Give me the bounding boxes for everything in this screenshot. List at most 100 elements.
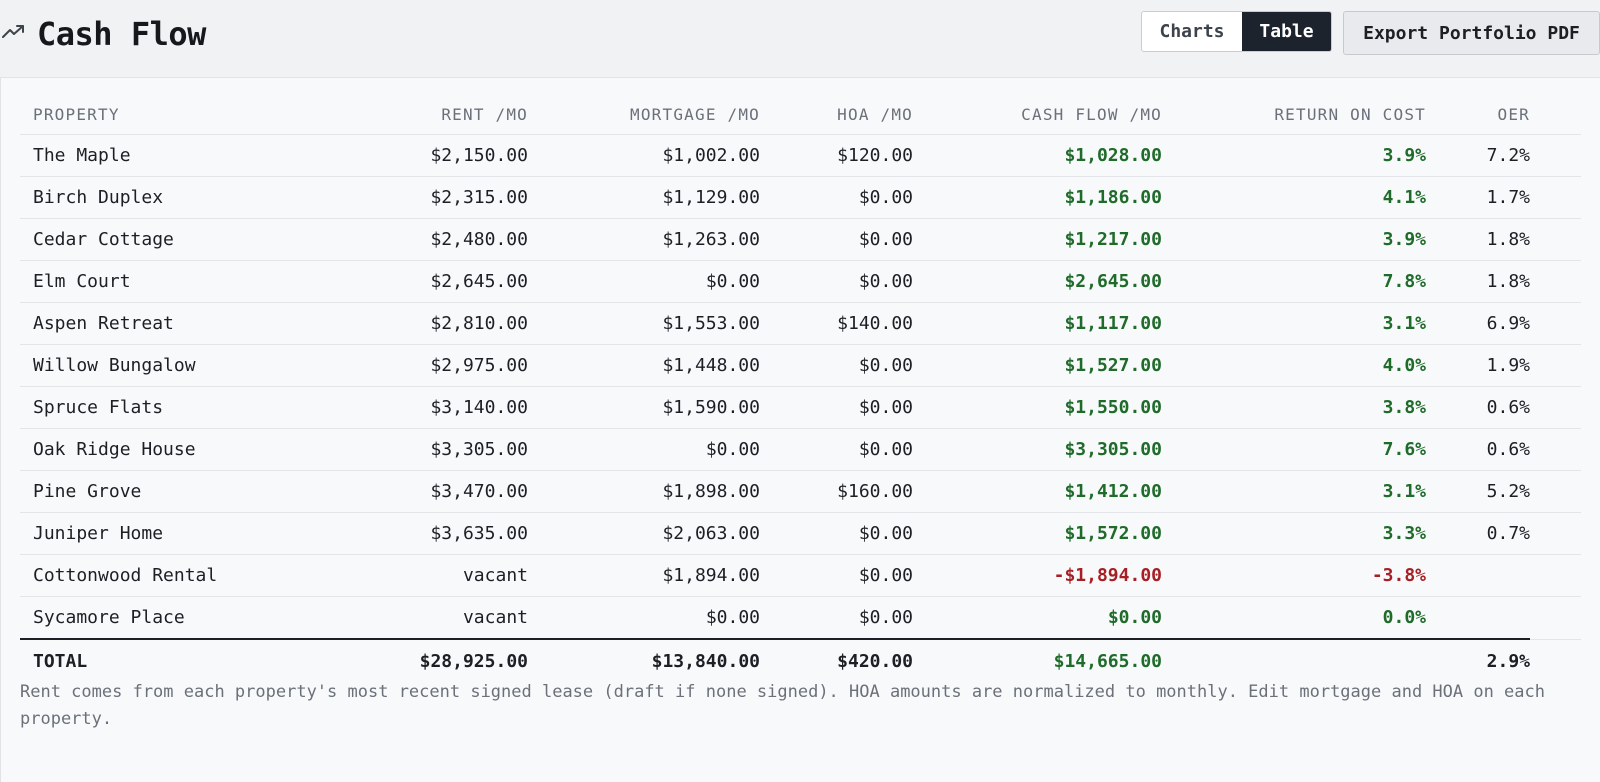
cell-mortgage: $1,894.00 [528,554,760,597]
cell-cash-flow: $1,186.00 [913,176,1162,219]
cell-oer: 6.9% [1426,302,1530,345]
column-header-hoa[interactable]: HOA /MO [760,94,913,135]
total-oer: 2.9% [1426,638,1530,682]
column-header-rent[interactable]: RENT /MO [358,94,528,135]
table-row[interactable]: Cottonwood Rental vacant $1,894.00 $0.00 -$1… [20,554,1581,597]
table-body: The Maple $2,150.00 $1,002.00 $120.00 $1,028… [20,134,1581,682]
table-row[interactable]: Sycamore Place vacant $0.00 $0.00 $0.00 0.0% [20,596,1581,640]
cell-mortgage: $1,263.00 [528,218,760,261]
cell-hoa: $0.00 [760,386,913,429]
table-toggle-button[interactable]: Table [1242,12,1331,51]
cell-rent: $2,150.00 [358,134,528,177]
cell-cash-flow: $1,117.00 [913,302,1162,345]
page-title: Cash Flow [37,15,206,53]
total-label: TOTAL [20,638,358,682]
export-portfolio-pdf-button[interactable]: Export Portfolio PDF [1343,11,1600,55]
column-header-oer[interactable]: OER [1426,94,1530,135]
row-spacer [1530,176,1581,219]
cell-mortgage: $2,063.00 [528,512,760,555]
cell-oer: 1.9% [1426,344,1530,387]
cell-return-on-cost: 7.6% [1162,428,1426,471]
column-header-mortgage[interactable]: MORTGAGE /MO [528,94,760,135]
cell-hoa: $0.00 [760,218,913,261]
cell-rent: $2,645.00 [358,260,528,303]
column-header-cash-flow[interactable]: CASH FLOW /MO [913,94,1162,135]
table-row[interactable]: Juniper Home $3,635.00 $2,063.00 $0.00 $1,57… [20,512,1581,555]
cell-mortgage: $1,002.00 [528,134,760,177]
cell-property[interactable]: Elm Court [20,260,358,303]
cell-hoa: $140.00 [760,302,913,345]
cell-mortgage: $1,590.00 [528,386,760,429]
cell-hoa: $0.00 [760,176,913,219]
row-spacer [1530,344,1581,387]
total-row: TOTAL $28,925.00 $13,840.00 $420.00 $14,665.… [20,638,1581,682]
cell-cash-flow: $0.00 [913,596,1162,640]
cash-flow-panel: PROPERTY RENT /MO MORTGAGE /MO HOA /MO C… [0,77,1600,782]
table-row[interactable]: Aspen Retreat $2,810.00 $1,553.00 $140.00 $1… [20,302,1581,345]
cell-return-on-cost: 3.1% [1162,470,1426,513]
cell-oer: 1.8% [1426,260,1530,303]
cell-mortgage: $0.00 [528,260,760,303]
cell-rent: vacant [358,596,528,640]
cell-rent: $2,315.00 [358,176,528,219]
row-spacer [1530,512,1581,555]
cell-hoa: $0.00 [760,554,913,597]
cell-cash-flow: $1,572.00 [913,512,1162,555]
cell-property[interactable]: Birch Duplex [20,176,358,219]
cell-rent: $2,480.00 [358,218,528,261]
cell-cash-flow: $1,217.00 [913,218,1162,261]
cell-property[interactable]: Spruce Flats [20,386,358,429]
cell-property[interactable]: Willow Bungalow [20,344,358,387]
cell-property[interactable]: Aspen Retreat [20,302,358,345]
cell-rent: $3,470.00 [358,470,528,513]
column-header-property[interactable]: PROPERTY [20,94,358,135]
total-rent: $28,925.00 [358,638,528,682]
table-row[interactable]: Pine Grove $3,470.00 $1,898.00 $160.00 $1,41… [20,470,1581,513]
cell-return-on-cost: 0.0% [1162,596,1426,640]
cell-property[interactable]: Pine Grove [20,470,358,513]
cell-property[interactable]: The Maple [20,134,358,177]
cell-cash-flow: $3,305.00 [913,428,1162,471]
cell-property[interactable]: Juniper Home [20,512,358,555]
page-header: Cash Flow Charts Table Export Portfolio … [0,0,1600,72]
cell-rent: $3,635.00 [358,512,528,555]
cell-cash-flow: $1,028.00 [913,134,1162,177]
cell-property[interactable]: Cottonwood Rental [20,554,358,597]
table-row[interactable]: Cedar Cottage $2,480.00 $1,263.00 $0.00 $1,2… [20,218,1581,261]
table-row[interactable]: Elm Court $2,645.00 $0.00 $0.00 $2,645.00 7.8… [20,260,1581,303]
row-spacer [1530,386,1581,429]
cell-property[interactable]: Cedar Cottage [20,218,358,261]
cell-return-on-cost: 3.3% [1162,512,1426,555]
cell-return-on-cost: 3.1% [1162,302,1426,345]
table-row[interactable]: Willow Bungalow $2,975.00 $1,448.00 $0.00 $1… [20,344,1581,387]
cell-mortgage: $0.00 [528,428,760,471]
cell-rent: $2,810.00 [358,302,528,345]
cell-return-on-cost: -3.8% [1162,554,1426,597]
cell-property[interactable]: Sycamore Place [20,596,358,640]
cell-oer [1426,554,1530,597]
table-row[interactable]: Birch Duplex $2,315.00 $1,129.00 $0.00 $1,18… [20,176,1581,219]
cell-oer: 1.7% [1426,176,1530,219]
cell-oer: 5.2% [1426,470,1530,513]
column-header-spacer [1530,94,1581,135]
cell-hoa: $0.00 [760,512,913,555]
row-spacer [1530,554,1581,597]
cell-oer [1426,596,1530,640]
cell-cash-flow: $2,645.00 [913,260,1162,303]
table-row[interactable]: Spruce Flats $3,140.00 $1,590.00 $0.00 $1,55… [20,386,1581,429]
table-row[interactable]: The Maple $2,150.00 $1,002.00 $120.00 $1,028… [20,134,1581,177]
cash-flow-table: PROPERTY RENT /MO MORTGAGE /MO HOA /MO C… [20,94,1581,682]
cell-return-on-cost: 7.8% [1162,260,1426,303]
cell-cash-flow: $1,527.00 [913,344,1162,387]
cell-rent: vacant [358,554,528,597]
table-row[interactable]: Oak Ridge House $3,305.00 $0.00 $0.00 $3,305… [20,428,1581,471]
cell-mortgage: $0.00 [528,596,760,640]
cell-oer: 0.7% [1426,512,1530,555]
cell-property[interactable]: Oak Ridge House [20,428,358,471]
charts-toggle-button[interactable]: Charts [1142,12,1242,51]
trending-up-icon [2,22,26,42]
cell-oer: 0.6% [1426,386,1530,429]
column-header-return-on-cost[interactable]: RETURN ON COST [1162,94,1426,135]
cell-return-on-cost: 3.9% [1162,218,1426,261]
row-spacer [1530,596,1581,640]
